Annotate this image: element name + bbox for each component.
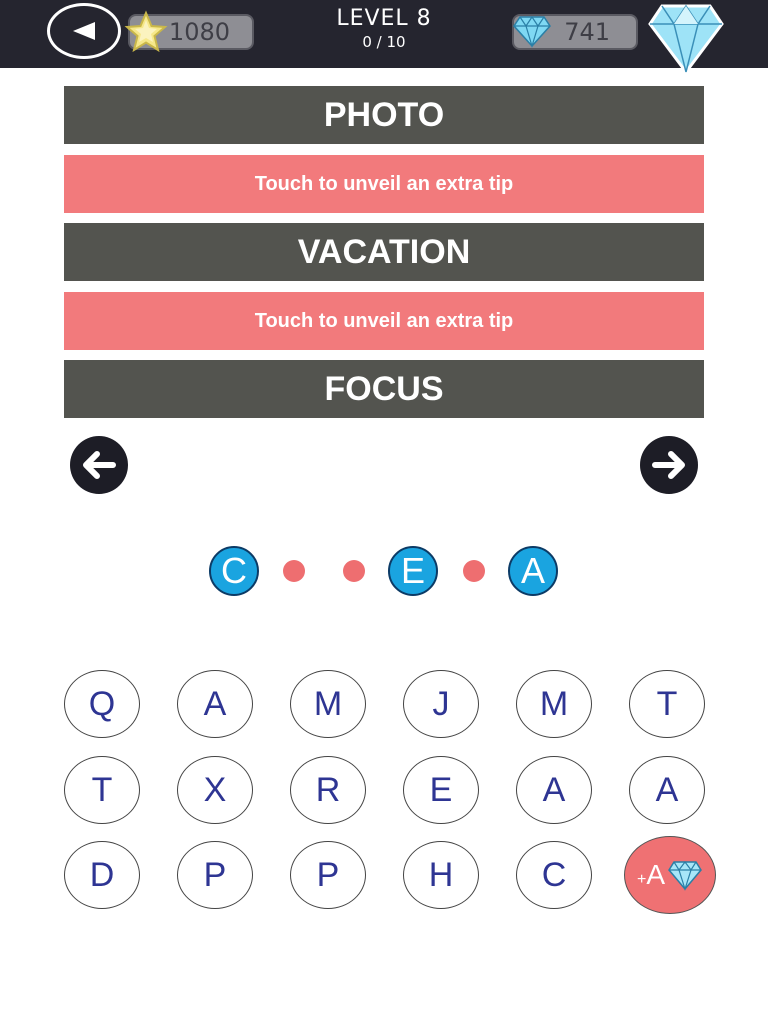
- level-label: LEVEL 8: [336, 6, 432, 31]
- letter-key[interactable]: R: [290, 756, 366, 824]
- top-bar: 1080 LEVEL 8 0 / 10 741: [0, 0, 768, 74]
- arrow-left-icon: [83, 451, 116, 479]
- extra-tip-button-2[interactable]: Touch to unveil an extra tip: [64, 292, 704, 350]
- answer-slot-6[interactable]: A: [508, 546, 558, 596]
- answer-slot-3[interactable]: [343, 560, 365, 582]
- diamond-shop-icon[interactable]: [648, 2, 724, 74]
- next-arrow-button[interactable]: [640, 436, 698, 494]
- answer-slot-1[interactable]: C: [209, 546, 259, 596]
- letter-key[interactable]: X: [177, 756, 253, 824]
- extra-tip-label: Touch to unveil an extra tip: [254, 172, 514, 195]
- reveal-letter-button[interactable]: + A: [624, 836, 716, 914]
- clue-word-3: FOCUS: [64, 360, 704, 418]
- hint-letter: A: [646, 859, 666, 890]
- letter-key[interactable]: E: [403, 756, 479, 824]
- answer-slot-5[interactable]: [463, 560, 485, 582]
- answer-slot-2[interactable]: [283, 560, 305, 582]
- clue-word-text: FOCUS: [324, 369, 444, 408]
- extra-tip-label: Touch to unveil an extra tip: [254, 309, 514, 332]
- hint-plus: +: [636, 871, 647, 888]
- letter-key[interactable]: C: [516, 841, 592, 909]
- clue-word-text: PHOTO: [323, 95, 445, 134]
- letter-key[interactable]: T: [64, 756, 140, 824]
- letter-key[interactable]: D: [64, 841, 140, 909]
- level-progress: 0 / 10: [362, 33, 406, 51]
- letter-key[interactable]: J: [403, 670, 479, 738]
- small-diamond-icon: [513, 15, 551, 48]
- clue-word-1: PHOTO: [64, 86, 704, 144]
- letter-key[interactable]: Q: [64, 670, 140, 738]
- letter-key[interactable]: P: [177, 841, 253, 909]
- clue-word-2: VACATION: [64, 223, 704, 281]
- letter-key[interactable]: M: [516, 670, 592, 738]
- stars-count: 1080: [168, 18, 230, 46]
- letter-key[interactable]: T: [629, 670, 705, 738]
- answer-slot-4[interactable]: E: [388, 546, 438, 596]
- letter-key[interactable]: P: [290, 841, 366, 909]
- letter-key[interactable]: H: [403, 841, 479, 909]
- back-triangle-icon: [73, 22, 95, 40]
- clue-word-text: VACATION: [297, 232, 471, 271]
- gems-count: 741: [564, 18, 610, 46]
- letter-key[interactable]: A: [516, 756, 592, 824]
- star-icon: [124, 10, 168, 53]
- letter-key[interactable]: A: [629, 756, 705, 824]
- previous-arrow-button[interactable]: [70, 436, 128, 494]
- arrow-right-icon: [652, 451, 685, 479]
- extra-tip-button-1[interactable]: Touch to unveil an extra tip: [64, 155, 704, 213]
- back-button[interactable]: [47, 3, 121, 59]
- level-info: LEVEL 8 0 / 10: [284, 6, 484, 51]
- diamond-icon: [668, 861, 702, 891]
- letter-key[interactable]: A: [177, 670, 253, 738]
- letter-key[interactable]: M: [290, 670, 366, 738]
